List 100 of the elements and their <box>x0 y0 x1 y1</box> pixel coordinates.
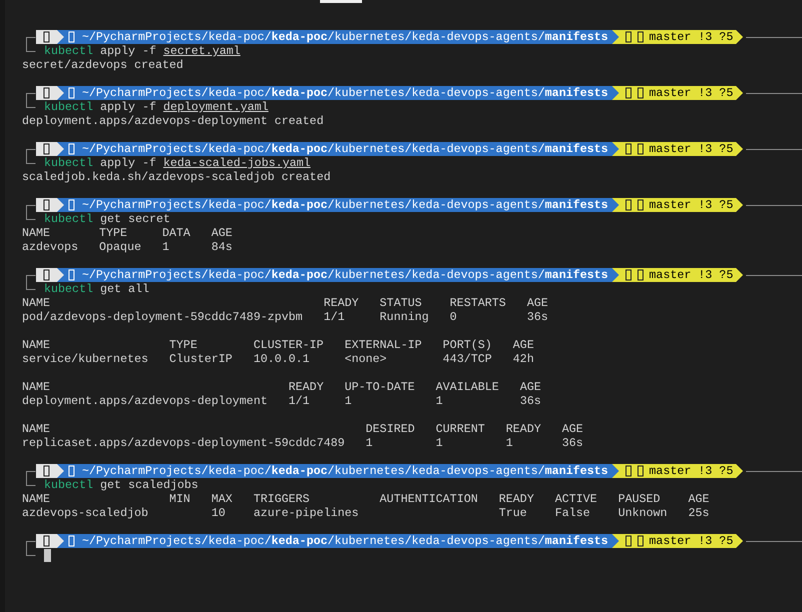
table-cell: ClusterIP <box>169 352 232 366</box>
column-header: DATA <box>162 226 190 240</box>
table-cell: False <box>554 506 590 520</box>
column-header: NAME <box>22 380 50 394</box>
git-status: master !3 ?5 <box>649 464 734 478</box>
table-cell: azdevops <box>22 240 78 254</box>
glyph-box-icon <box>68 87 75 99</box>
column-header: NAME <box>22 338 50 352</box>
column-header: AGE <box>562 422 584 436</box>
output-line: deployment.apps/azdevops-deployment created <box>22 114 324 128</box>
output-line: secret/azdevops created <box>22 58 184 72</box>
column-header: TYPE <box>169 338 198 352</box>
column-header: NAME <box>22 492 50 506</box>
table-cell: 443/TCP <box>442 352 492 366</box>
git-status: master !3 ?5 <box>649 30 734 44</box>
column-header: NAME <box>22 296 50 310</box>
table-cell: 10 <box>211 506 226 520</box>
table-cell: 10.0.0.1 <box>253 352 310 366</box>
directory-path: ~/PycharmProjects/keda-poc/keda-poc/kubernetes/keda-devops-agents/manifests <box>82 86 608 100</box>
glyph-box-icon <box>68 535 75 547</box>
column-header: AGE <box>688 492 710 506</box>
column-header: UP-TO-DATE <box>344 380 415 394</box>
column-header: ACTIVE <box>554 492 598 506</box>
table-cell: 1 <box>366 436 373 450</box>
glyph-box-icon <box>43 31 50 43</box>
git-status: master !3 ?5 <box>649 534 734 548</box>
column-header: TYPE <box>99 226 128 240</box>
glyph-box-icon <box>637 465 644 477</box>
table-cell: Unknown <box>618 506 668 520</box>
command-line: kubectl apply -f deployment.yaml <box>44 100 268 114</box>
glyph-box-icon <box>637 31 644 43</box>
glyph-box-icon <box>43 143 50 155</box>
table-cell: 1 <box>436 394 443 408</box>
git-status: master !3 ?5 <box>649 268 734 282</box>
column-header: READY <box>288 380 324 394</box>
column-header: TRIGGERS <box>253 492 310 506</box>
glyph-box-icon <box>637 269 644 281</box>
table-cell: <none> <box>344 352 387 366</box>
glyph-box-icon <box>68 31 75 43</box>
table-cell: Running <box>380 310 429 324</box>
column-header: READY <box>324 296 359 310</box>
column-header: EXTERNAL-IP <box>344 338 422 352</box>
table-cell: 1/1 <box>324 310 345 324</box>
glyph-box-icon <box>637 199 644 211</box>
glyph-box-icon <box>637 535 644 547</box>
output-line: scaledjob.keda.sh/azdevops-scaledjob created <box>22 170 331 184</box>
table-cell: deployment.apps/azdevops-deployment <box>22 394 268 408</box>
table-cell: service/kubernetes <box>22 352 148 366</box>
glyph-box-icon <box>625 143 632 155</box>
glyph-box-icon <box>68 465 75 477</box>
column-header: PORT(S) <box>442 338 492 352</box>
glyph-box-icon <box>68 143 75 155</box>
column-header: MIN <box>169 492 190 506</box>
glyph-box-icon <box>625 199 632 211</box>
table-cell: pod/azdevops-deployment-59cddc7489-zpvbm <box>22 310 303 324</box>
column-header: READY <box>498 492 534 506</box>
command-line: kubectl get secret <box>44 212 170 226</box>
table-cell: 25s <box>688 506 710 520</box>
table-cell: azure-pipelines <box>253 506 359 520</box>
glyph-box-icon <box>43 269 50 281</box>
directory-path: ~/PycharmProjects/keda-poc/keda-poc/kubernetes/keda-devops-agents/manifests <box>82 268 608 282</box>
column-header: AGE <box>520 380 541 394</box>
column-header: NAME <box>22 226 50 240</box>
table-cell: 0 <box>450 310 457 324</box>
directory-path: ~/PycharmProjects/keda-poc/keda-poc/kubernetes/keda-devops-agents/manifests <box>82 464 608 478</box>
table-cell: 1 <box>506 436 513 450</box>
glyph-box-icon <box>43 535 50 547</box>
directory-path: ~/PycharmProjects/keda-poc/keda-poc/kubernetes/keda-devops-agents/manifests <box>82 142 608 156</box>
table-cell: 42h <box>512 352 534 366</box>
table-cell: 36s <box>520 394 541 408</box>
column-header: AGE <box>526 296 548 310</box>
git-status: master !3 ?5 <box>649 198 734 212</box>
column-header: NAME <box>22 422 50 436</box>
directory-path: ~/PycharmProjects/keda-poc/keda-poc/kubernetes/keda-devops-agents/manifests <box>82 534 608 548</box>
glyph-box-icon <box>68 199 75 211</box>
tab-indicator <box>320 0 362 3</box>
table-cell: 1/1 <box>288 394 310 408</box>
column-header: AGE <box>211 226 232 240</box>
command-line: kubectl get all <box>44 282 150 296</box>
command-line: kubectl apply -f secret.yaml <box>44 44 240 58</box>
column-header: READY <box>506 422 541 436</box>
glyph-box-icon <box>68 269 75 281</box>
table-cell: True <box>498 506 527 520</box>
table-cell: 1 <box>436 436 443 450</box>
git-status: master !3 ?5 <box>649 86 734 100</box>
column-header: DESIRED <box>366 422 415 436</box>
column-header: AUTHENTICATION <box>380 492 478 506</box>
table-cell: 36s <box>526 310 548 324</box>
column-header: AVAILABLE <box>436 380 499 394</box>
table-cell: azdevops-scaledjob <box>22 506 148 520</box>
glyph-box-icon <box>625 31 632 43</box>
table-cell: 1 <box>344 394 352 408</box>
column-header: PAUSED <box>618 492 660 506</box>
column-header: STATUS <box>380 296 422 310</box>
command-line: kubectl get scaledjobs <box>44 478 198 492</box>
table-cell: replicaset.apps/azdevops-deployment-59cddc7489 <box>22 436 345 450</box>
column-header: MAX <box>211 492 232 506</box>
glyph-box-icon <box>625 269 632 281</box>
column-header: CLUSTER-IP <box>253 338 324 352</box>
glyph-box-icon <box>43 199 50 211</box>
